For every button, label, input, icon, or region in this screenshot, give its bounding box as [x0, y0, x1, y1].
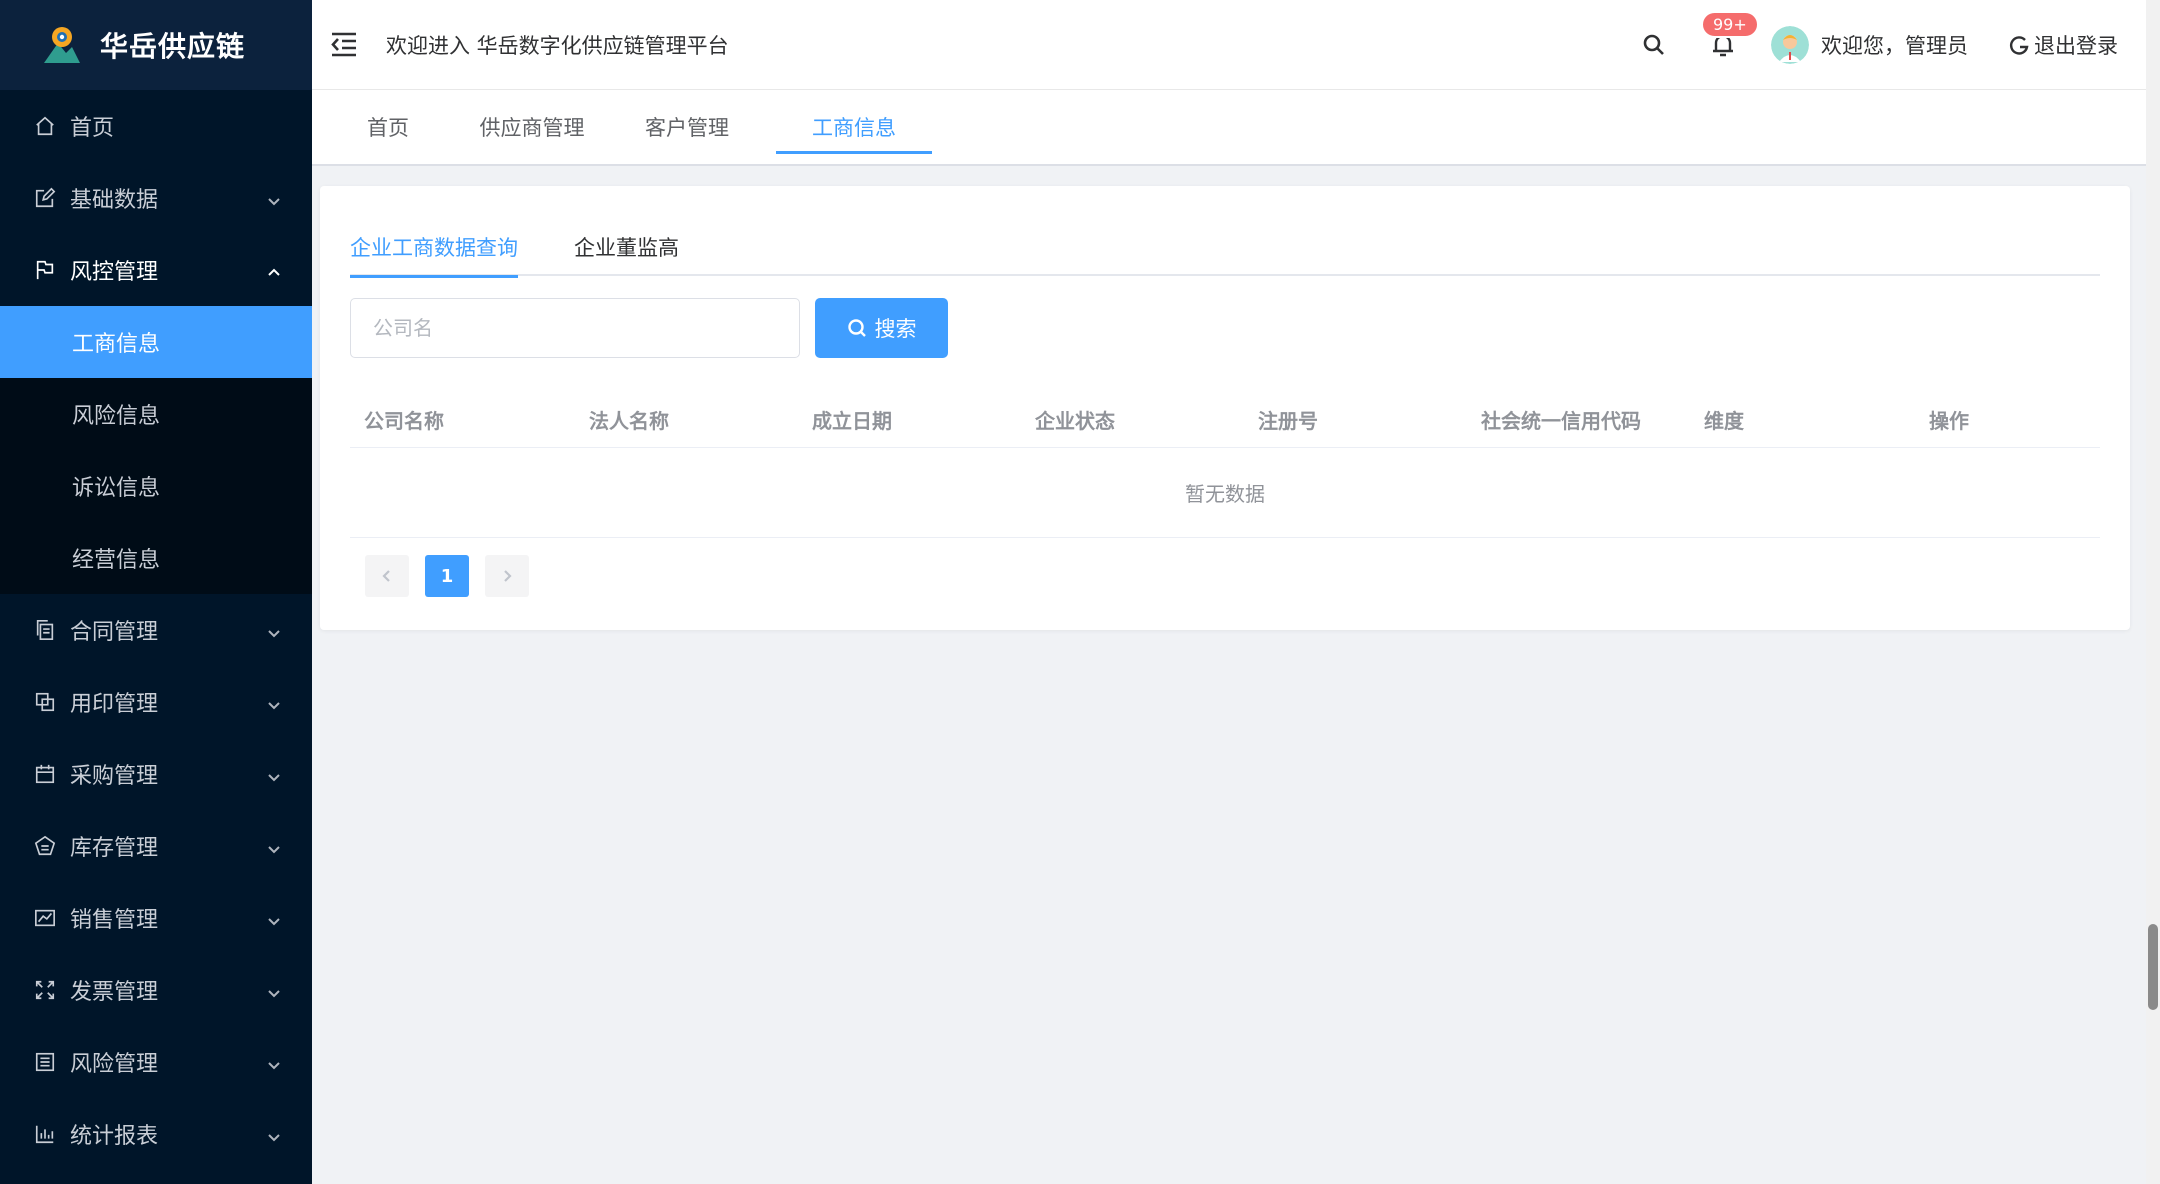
column-header[interactable]: 法人名称 — [575, 405, 798, 434]
list-icon — [34, 1051, 56, 1073]
chevron-left-icon — [382, 570, 390, 582]
tags-view-bar: 首页 供应商管理 客户管理 工商信息 — [312, 90, 2146, 166]
sidebar-item-contract[interactable]: 合同管理 — [0, 594, 312, 666]
user-greeting: 欢迎您，管理员 — [1821, 33, 1968, 58]
sidebar-item-label: 合同管理 — [70, 620, 159, 645]
tag-home[interactable]: 首页 — [350, 90, 426, 164]
sidebar-item-basic-data[interactable]: 基础数据 — [0, 162, 312, 234]
pagination: 1 — [365, 555, 545, 597]
top-header: 欢迎进入 华岳数字化供应链管理平台 99+ 欢迎您，管理员 退出登录 — [312, 0, 2146, 90]
tab-business-data-query[interactable]: 企业工商数据查询 — [350, 226, 518, 278]
column-header[interactable]: 社会统一信用代码 — [1467, 405, 1690, 434]
sidebar-item-label: 统计报表 — [70, 1124, 159, 1149]
logout-button[interactable]: 退出登录 — [2008, 30, 2118, 60]
column-header[interactable]: 成立日期 — [798, 405, 1021, 434]
sidebar-item-invoice[interactable]: 发票管理 — [0, 954, 312, 1026]
company-name-input[interactable] — [350, 298, 800, 358]
scrollbar-thumb[interactable] — [2148, 924, 2158, 1010]
search-button[interactable]: 搜索 — [815, 298, 948, 358]
page-number-button[interactable]: 1 — [425, 555, 469, 597]
tag-customer-management[interactable]: 客户管理 — [632, 90, 742, 164]
vertical-scrollbar[interactable] — [2146, 0, 2160, 1184]
sidebar-item-reports[interactable]: 统计报表 — [0, 1098, 312, 1170]
next-page-button[interactable] — [485, 555, 529, 597]
sidebar-item-sales[interactable]: 销售管理 — [0, 882, 312, 954]
sidebar-item-risk-control[interactable]: 风控管理 — [0, 234, 312, 306]
calendar-icon — [34, 763, 56, 785]
sidebar-item-home[interactable]: 首页 — [0, 90, 312, 162]
tag-supplier-management[interactable]: 供应商管理 — [466, 90, 598, 164]
chevron-down-icon — [266, 190, 282, 206]
brand-logo-icon — [44, 27, 80, 63]
sidebar-item-label: 首页 — [70, 116, 115, 141]
welcome-title: 欢迎进入 华岳数字化供应链管理平台 — [386, 33, 729, 58]
column-header[interactable]: 注册号 — [1244, 405, 1467, 434]
bar-chart-icon — [34, 1123, 56, 1145]
stamp-copy-icon — [34, 691, 56, 713]
search-icon — [847, 319, 866, 337]
chevron-down-icon — [266, 622, 282, 638]
chevron-down-icon — [266, 694, 282, 710]
sidebar-item-label: 发票管理 — [70, 980, 159, 1005]
sidebar-item-label: 风险管理 — [70, 1052, 159, 1077]
column-header[interactable]: 操作 — [1915, 405, 2095, 434]
chevron-down-icon — [266, 910, 282, 926]
sidebar-item-seal[interactable]: 用印管理 — [0, 666, 312, 738]
document-copy-icon — [34, 619, 56, 641]
brand-name: 华岳供应链 — [100, 30, 246, 63]
trend-chart-icon — [34, 907, 56, 929]
home-icon — [34, 115, 56, 137]
sidebar: 华岳供应链 首页 基础数据 风控管理 工商信息 风险信息 诉讼信息 经营信息 合… — [0, 0, 312, 1184]
sidebar-item-label: 基础数据 — [70, 188, 159, 213]
tag-business-info[interactable]: 工商信息 — [776, 90, 932, 164]
sidebar-item-label: 库存管理 — [70, 836, 159, 861]
tab-executives[interactable]: 企业董监高 — [574, 226, 679, 276]
logout-label: 退出登录 — [2034, 33, 2118, 58]
chevron-down-icon — [266, 1054, 282, 1070]
warehouse-icon — [34, 835, 56, 857]
risk-control-submenu: 工商信息 风险信息 诉讼信息 经营信息 — [0, 306, 312, 594]
sidebar-item-label: 风控管理 — [70, 260, 159, 285]
notification-button[interactable]: 99+ — [1701, 10, 1759, 59]
sidebar-item-label: 用印管理 — [70, 692, 159, 717]
brand-logo[interactable]: 华岳供应链 — [0, 0, 312, 90]
data-table: 公司名称 法人名称 成立日期 企业状态 注册号 社会统一信用代码 维度 操作 暂… — [350, 392, 2100, 538]
collapse-menu-icon[interactable] — [328, 29, 360, 61]
flag-icon — [34, 259, 56, 281]
column-header[interactable]: 维度 — [1690, 405, 1915, 434]
column-header[interactable]: 公司名称 — [350, 405, 575, 434]
prev-page-button[interactable] — [365, 555, 409, 597]
chevron-right-icon — [504, 570, 512, 582]
notification-badge: 99+ — [1701, 10, 1759, 38]
search-button-label: 搜索 — [874, 317, 917, 341]
avatar[interactable] — [1771, 25, 1809, 64]
chevron-down-icon — [266, 766, 282, 782]
sidebar-item-purchase[interactable]: 采购管理 — [0, 738, 312, 810]
inner-tabs: 企业工商数据查询 企业董监高 — [350, 226, 2100, 278]
sidebar-subitem-litigation-info[interactable]: 诉讼信息 — [0, 450, 312, 522]
column-header[interactable]: 企业状态 — [1021, 405, 1244, 434]
sidebar-item-label: 销售管理 — [70, 908, 159, 933]
full-screen-icon — [34, 979, 56, 1001]
edit-icon — [34, 187, 56, 209]
search-icon[interactable] — [1641, 32, 1667, 58]
main-card: 企业工商数据查询 企业董监高 搜索 公司名称 法人名称 成立日期 企业状态 注册… — [320, 186, 2130, 630]
table-header: 公司名称 法人名称 成立日期 企业状态 注册号 社会统一信用代码 维度 操作 — [350, 392, 2100, 448]
sidebar-item-inventory[interactable]: 库存管理 — [0, 810, 312, 882]
table-empty-text: 暂无数据 — [350, 448, 2100, 538]
chevron-down-icon — [266, 838, 282, 854]
sidebar-item-label: 采购管理 — [70, 764, 159, 789]
logout-icon — [2010, 35, 2029, 55]
chevron-up-icon — [266, 262, 282, 278]
sidebar-subitem-operation-info[interactable]: 经营信息 — [0, 522, 312, 594]
sidebar-item-risk[interactable]: 风险管理 — [0, 1026, 312, 1098]
chevron-down-icon — [266, 982, 282, 998]
chevron-down-icon — [266, 1126, 282, 1142]
sidebar-subitem-business-info[interactable]: 工商信息 — [0, 306, 312, 378]
sidebar-subitem-risk-info[interactable]: 风险信息 — [0, 378, 312, 450]
